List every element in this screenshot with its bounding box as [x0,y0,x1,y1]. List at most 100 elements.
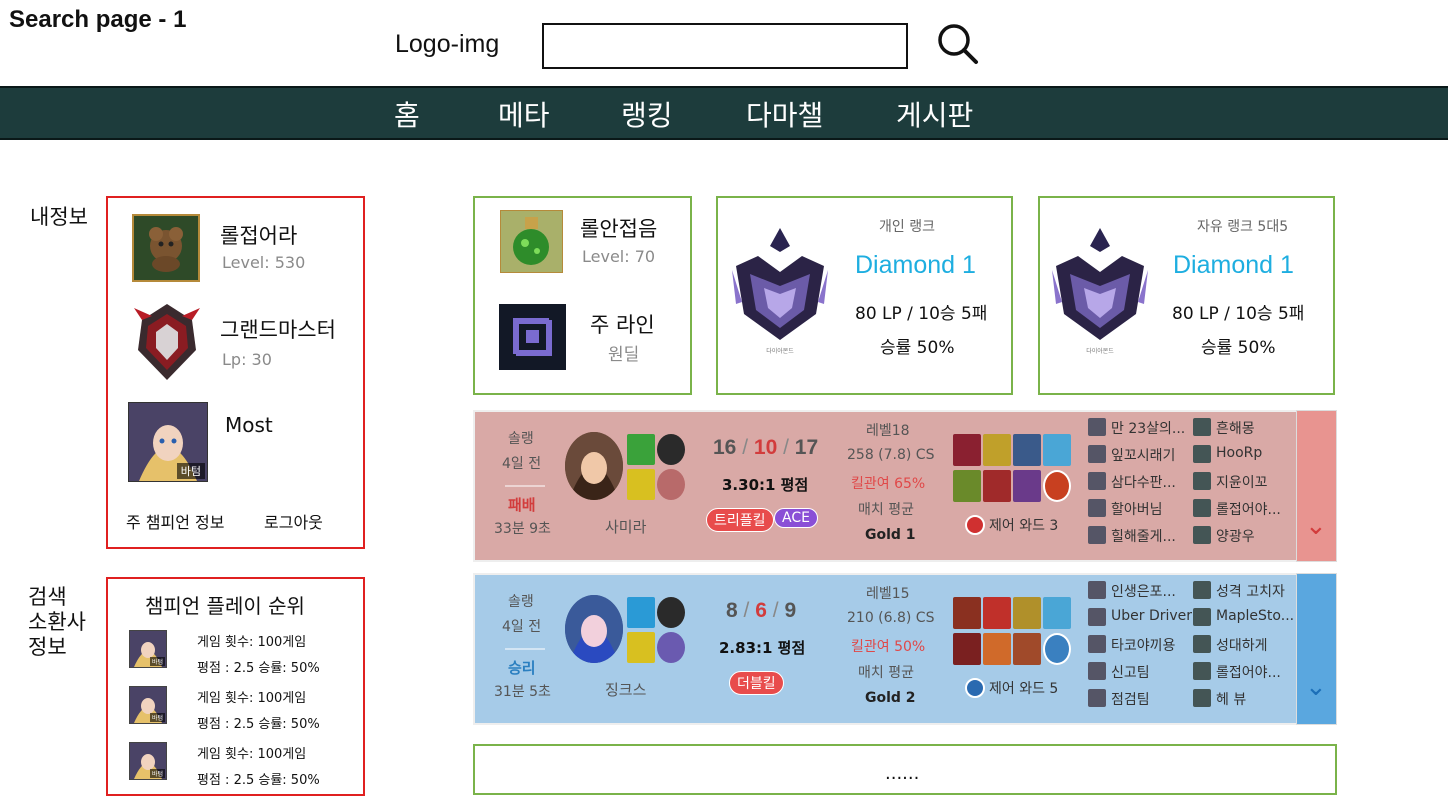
ranking-champion-icon: 바텀 [129,686,167,724]
team2-player[interactable]: 롤접어야... [1216,662,1281,682]
team2-player[interactable]: 헤 뷰 [1216,689,1246,709]
most-champion-badge: 바텀 [176,463,205,479]
team1-player[interactable]: Uber Driver [1111,608,1192,624]
item-icon [1013,597,1041,629]
match-cs: 258 (7.8) CS [847,447,935,463]
player-champion-icon [1193,608,1211,626]
match-queue: 솔랭 [508,594,534,610]
search-input[interactable] [542,23,908,69]
main-champion-info-link[interactable]: 주 챔피언 정보 [126,509,225,533]
nav-ranking[interactable]: 랭킹 [621,94,673,134]
most-label: Most [225,413,273,437]
item-icon [953,434,981,466]
team2-player[interactable]: MapleSto... [1216,608,1294,624]
grandmaster-emblem-icon [132,300,202,384]
match-ago: 4일 전 [502,456,542,472]
team2-player[interactable]: 성격 고치자 [1216,581,1285,601]
team1-player[interactable]: 신고팀 [1111,662,1150,682]
rune-icon [657,469,685,500]
team2-player[interactable]: 흔해몽 [1216,418,1255,438]
ranking-champion-badge: 바텀 [149,657,165,666]
nav-home[interactable]: 홈 [394,94,420,134]
match-expand-button[interactable]: ⌄ [1296,410,1337,562]
team1-player[interactable]: 인생은포... [1111,581,1176,601]
team1-player[interactable]: 삼다수판... [1111,472,1176,492]
item-icon [983,633,1011,665]
match-ago: 4일 전 [502,619,542,635]
solo-rank-winrate: 승률 50% [880,338,955,358]
team1-player[interactable]: 점검팀 [1111,689,1150,709]
chevron-down-icon: ⌄ [1305,672,1327,702]
assists: 9 [784,599,797,622]
team1-player[interactable]: 만 23살의... [1111,418,1185,438]
logo[interactable]: Logo-img [395,30,499,59]
player-champion-icon [1088,689,1106,707]
match-kda-line: 8 / 6 / 9 [726,599,796,623]
player-champion-icon [1193,635,1211,653]
logout-link[interactable]: 로그아웃 [264,509,323,533]
rune-icon [657,434,685,465]
match-duration: 31분 5초 [494,684,551,700]
player-champion-icon [1088,608,1106,626]
match-champion-portrait [565,595,623,663]
search-icon[interactable] [936,20,982,66]
profile-icon [132,214,200,282]
player-champion-icon [1193,472,1211,490]
team1-player[interactable]: 힐해줄게... [1111,526,1176,546]
team2-player[interactable]: 양광우 [1216,526,1255,546]
ranking-games: 게임 횟수: 100게임 [197,747,307,762]
summoner-level: Level: 530 [222,253,306,272]
ranking-games: 게임 횟수: 100게임 [197,635,307,650]
multikill-badge: 더블킬 [729,671,784,695]
summoner-spell-icon [627,434,655,465]
team1-player[interactable]: 할아버님 [1111,499,1163,519]
player-champion-icon [1193,445,1211,463]
multikill-badge: 트리플킬 [706,508,774,532]
nav-damachal[interactable]: 다마챌 [746,94,823,134]
item-icon [1013,633,1041,665]
team2-player[interactable]: HooRp [1216,445,1262,461]
item-icon [983,434,1011,466]
ranking-stats: 평점 : 2.5 승률: 50% [197,773,320,788]
match-level: 레벨15 [866,586,910,602]
ranking-champion-icon: 바텀 [129,630,167,668]
ranking-stats: 평점 : 2.5 승률: 50% [197,717,320,732]
nav-board[interactable]: 게시판 [896,94,973,134]
ranking-champion-badge: 바텀 [149,769,165,778]
team2-player[interactable]: 롤접어야... [1216,499,1281,519]
item-icon [983,470,1011,502]
kda-separator: / [743,599,750,622]
item-icon [953,470,981,502]
profile-potion-icon [500,210,563,273]
player-champion-icon [1193,418,1211,436]
match-champion-name: 징크스 [605,681,647,699]
team1-player[interactable]: 잎꼬시래기 [1111,445,1175,465]
rune-icon [657,632,685,663]
match-kill-participation: 킬관여 65% [851,476,926,492]
player-champion-icon [1088,472,1106,490]
solo-rank-record: 80 LP / 10승 5패 [855,304,988,324]
adc-lane-icon [499,304,566,370]
match-kda-line: 16 / 10 / 17 [713,436,818,460]
nav-meta[interactable]: 메타 [498,94,550,134]
item-icon [1013,434,1041,466]
item-icon [1013,470,1041,502]
profile-name: 롤안접음 [580,217,658,241]
main-line-label: 주 라인 [590,313,655,337]
flex-rank-label: 자유 랭크 5대5 [1197,219,1289,235]
player-champion-icon [1193,526,1211,544]
load-more-text: ...... [885,763,920,784]
kda-separator: / [742,436,749,459]
trinket-icon [1043,470,1071,502]
match-control-ward: 제어 와드 3 [989,518,1059,534]
team2-player[interactable]: 성대하게 [1216,635,1268,655]
match-divider [505,648,545,650]
team2-player[interactable]: 지윤이꼬 [1216,472,1268,492]
player-champion-icon [1193,689,1211,707]
team1-player[interactable]: 타코야끼용 [1111,635,1175,655]
player-champion-icon [1088,635,1106,653]
player-champion-icon [1193,581,1211,599]
match-expand-button[interactable]: ⌄ [1296,573,1337,725]
player-champion-icon [1088,581,1106,599]
control-ward-icon [965,678,985,698]
